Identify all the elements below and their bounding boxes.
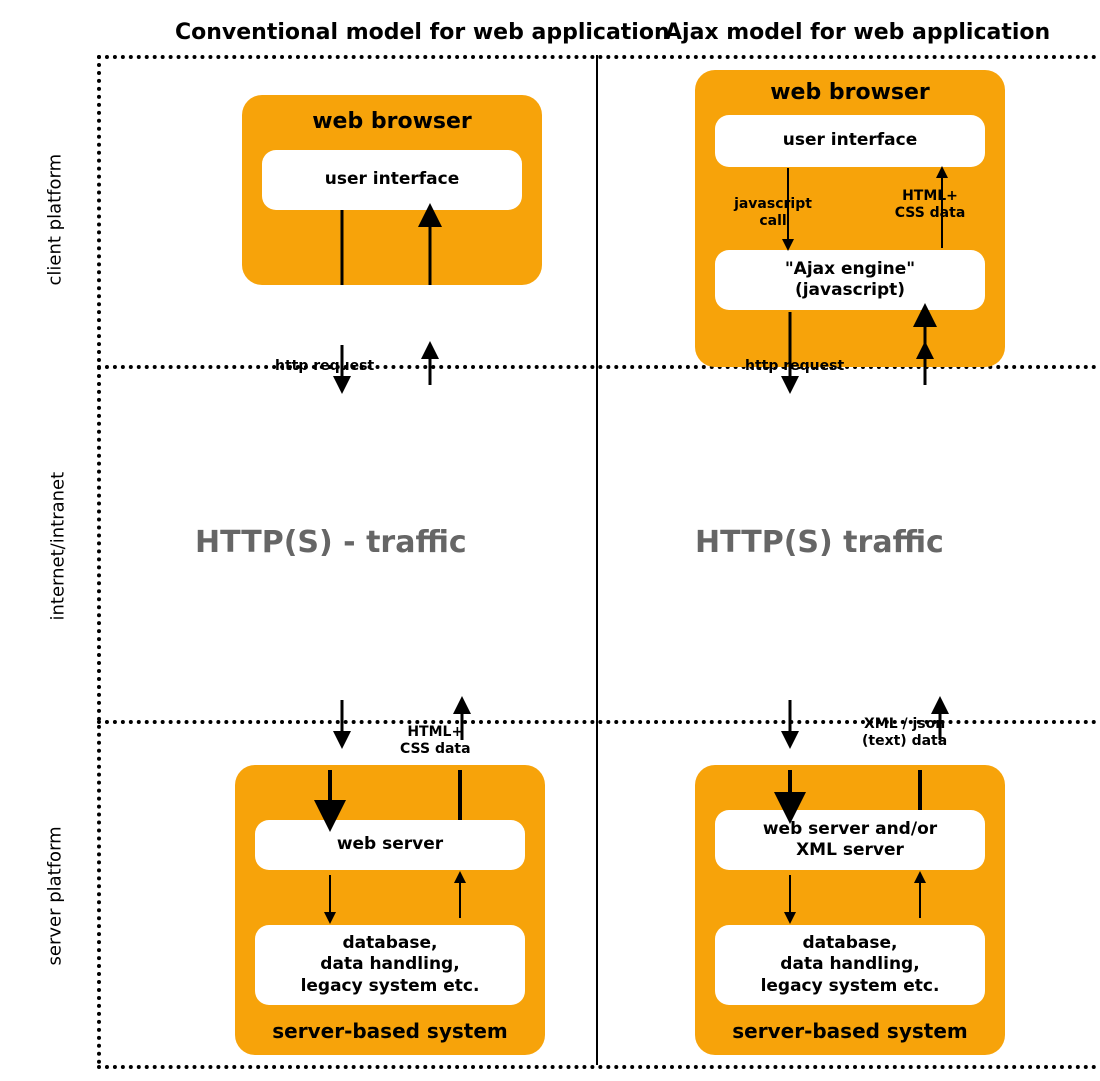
- traffic-left: HTTP(S) - traffic: [195, 525, 467, 560]
- row-label-client: client platform: [45, 136, 66, 286]
- right-server-web: web server and/or XML server: [715, 810, 985, 870]
- boundary-right-top-label: http request: [745, 358, 844, 375]
- left-margin-line: [97, 55, 101, 1065]
- right-server-box: web server and/or XML server database, d…: [695, 765, 1005, 1055]
- bottom-row-line: [97, 1065, 1097, 1069]
- col-title-right: Ajax model for web application: [665, 20, 1050, 45]
- right-client-ui: user interface: [715, 115, 985, 167]
- right-client-engine: "Ajax engine" (javascript): [715, 250, 985, 310]
- left-server-web: web server: [255, 820, 525, 870]
- left-client-title: web browser: [242, 109, 542, 134]
- left-server-box: web server database, data handling, lega…: [235, 765, 545, 1055]
- right-client-title: web browser: [695, 80, 1005, 105]
- right-server-title: server-based system: [695, 1019, 1005, 1043]
- col-title-left: Conventional model for web application: [175, 20, 670, 45]
- row-label-internet: internet/intranet: [48, 461, 69, 621]
- left-client-ui: user interface: [262, 150, 522, 210]
- left-client-box: web browser user interface: [242, 95, 542, 285]
- right-client-box: web browser user interface javascript ca…: [695, 70, 1005, 367]
- boundary-right-bottom-label: XML / json (text) data: [862, 716, 947, 750]
- right-server-db: database, data handling, legacy system e…: [715, 925, 985, 1005]
- right-client-arrow-right-label: HTML+ CSS data: [890, 188, 970, 222]
- center-divider: [596, 55, 598, 1065]
- traffic-right: HTTP(S) traffic: [695, 525, 944, 560]
- left-server-title: server-based system: [235, 1019, 545, 1043]
- boundary-left-top-label: http request: [275, 358, 374, 375]
- row-label-server: server platform: [45, 816, 66, 966]
- right-client-arrow-left-label: javascript call: [733, 196, 813, 230]
- left-server-db: database, data handling, legacy system e…: [255, 925, 525, 1005]
- boundary-left-bottom-label: HTML+ CSS data: [400, 724, 471, 758]
